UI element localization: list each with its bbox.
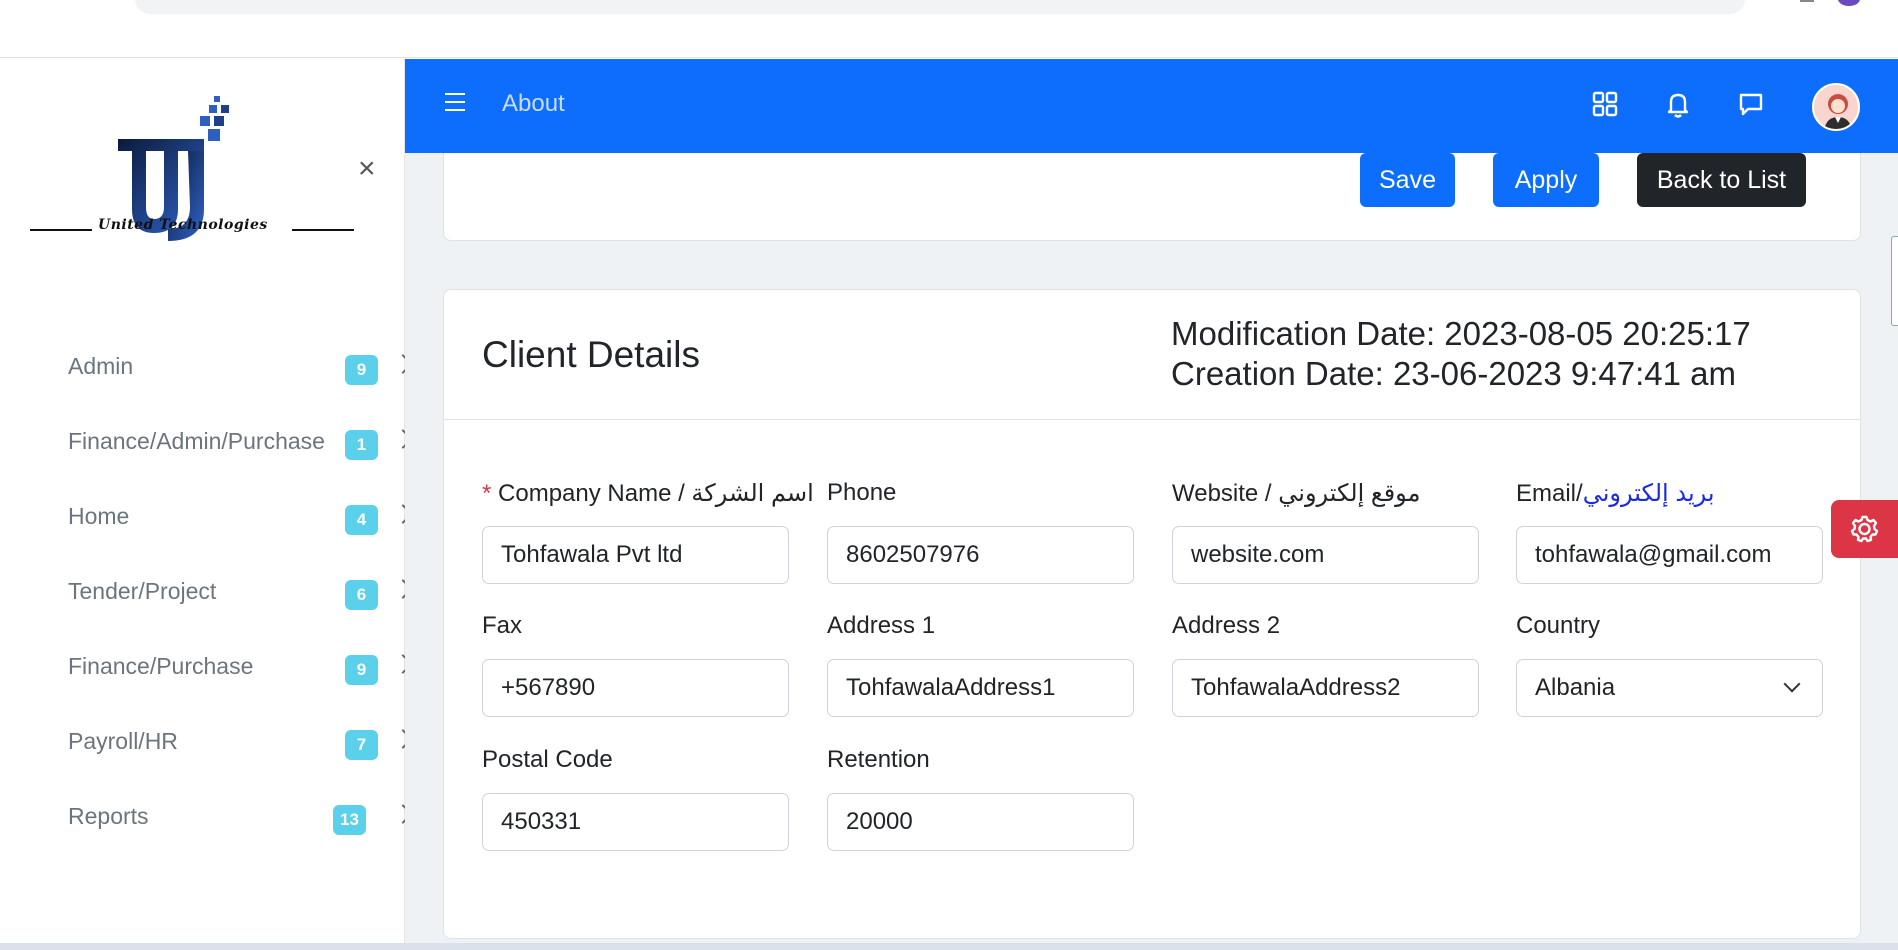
sidebar-item-label: Finance/Purchase (68, 653, 254, 679)
client-details-card: Client Details Modification Date: 2023-0… (443, 289, 1861, 939)
retention-input[interactable] (827, 793, 1134, 851)
bell-icon[interactable] (1660, 86, 1696, 122)
menu-icon[interactable] (445, 93, 465, 117)
email-label: Email/بريد إلكتروني (1516, 479, 1715, 508)
country-select-value: Albania (1535, 674, 1616, 701)
browser-menu-icon[interactable] (1800, 0, 1814, 2)
settings-button[interactable] (1831, 500, 1898, 558)
phone-label: Phone (827, 479, 897, 506)
chat-icon[interactable] (1733, 86, 1769, 122)
count-badge: 1 (345, 430, 378, 460)
retention-label: Retention (827, 746, 930, 773)
count-badge: 9 (345, 355, 378, 385)
sidebar-item-finance-purchase[interactable]: Finance/Purchase 9 (0, 635, 413, 710)
save-button[interactable]: Save (1360, 153, 1455, 207)
logo-divider-left (30, 229, 92, 231)
sidebar-menu: Admin 9 Finance/Admin/Purchase 1 Home 4 … (0, 335, 413, 860)
sidebar-item-tender-project[interactable]: Tender/Project 6 (0, 560, 413, 635)
user-avatar[interactable] (1812, 83, 1860, 131)
company-name-label-text: Company Name / اسم الشركة (498, 480, 814, 507)
record-dates: Modification Date: 2023-08-05 20:25:17 C… (1171, 314, 1751, 394)
card-header: Client Details Modification Date: 2023-0… (444, 290, 1860, 420)
sidebar-item-label: Admin (68, 353, 134, 379)
count-badge: 13 (333, 805, 366, 835)
count-badge: 7 (345, 730, 378, 760)
apps-grid-icon[interactable] (1587, 86, 1623, 122)
page-title[interactable]: About (502, 90, 565, 118)
creation-date: Creation Date: 23-06-2023 9:47:41 am (1171, 355, 1737, 392)
sidebar-item-payroll-hr[interactable]: Payroll/HR 7 (0, 710, 413, 785)
country-label: Country (1516, 612, 1601, 639)
close-sidebar-icon[interactable]: × (358, 154, 376, 184)
modification-date: Modification Date: 2023-08-05 20:25:17 (1171, 315, 1751, 352)
main-content: Save Apply Back to List Client Details M… (405, 153, 1898, 950)
sidebar-item-label: Finance/Admin/Purchase (68, 428, 325, 454)
sidebar-item-home[interactable]: Home 4 (0, 485, 413, 560)
company-name-label: * Company Name / اسم الشركة (482, 479, 814, 508)
logo-text: United Technologies (98, 217, 268, 233)
sidebar-item-label: Home (68, 503, 130, 529)
sidebar-item-admin[interactable]: Admin 9 (0, 335, 413, 410)
action-card: Save Apply Back to List (443, 153, 1861, 241)
postal-code-input[interactable] (482, 793, 789, 851)
browser-profile-icon[interactable] (1838, 0, 1860, 6)
count-badge: 6 (345, 580, 378, 610)
sidebar-item-label: Tender/Project (68, 578, 217, 604)
address1-label: Address 1 (827, 612, 936, 639)
logo-divider-right (292, 229, 354, 231)
sidebar: United Technologies × Admin 9 Finance/Ad… (0, 59, 413, 950)
fax-label: Fax (482, 612, 523, 639)
postal-code-label: Postal Code (482, 746, 613, 773)
chevron-down-icon (1783, 675, 1801, 693)
gear-icon (1850, 515, 1879, 543)
company-name-input[interactable] (482, 526, 789, 584)
count-badge: 9 (345, 655, 378, 685)
sidebar-item-reports[interactable]: Reports 13 (0, 785, 413, 860)
email-label-text: Email/ (1516, 480, 1583, 507)
phone-input[interactable] (827, 526, 1134, 584)
sidebar-item-finance-admin-purchase[interactable]: Finance/Admin/Purchase 1 (0, 410, 413, 485)
apply-button[interactable]: Apply (1493, 153, 1599, 207)
horizontal-scrollbar[interactable] (0, 943, 1898, 950)
address2-input[interactable] (1172, 659, 1479, 717)
card-title: Client Details (482, 334, 700, 375)
address-bar[interactable] (135, 0, 1745, 14)
fax-input[interactable] (482, 659, 789, 717)
address2-label: Address 2 (1172, 612, 1281, 639)
sidebar-item-label: Payroll/HR (68, 728, 178, 754)
email-label-arabic: بريد إلكتروني (1582, 480, 1715, 507)
count-badge: 4 (345, 505, 378, 535)
side-scroll-tab[interactable] (1891, 236, 1898, 326)
email-input[interactable] (1516, 526, 1823, 584)
website-label: Website / موقع إلكتروني (1172, 480, 1421, 507)
website-input[interactable] (1172, 526, 1479, 584)
address1-input[interactable] (827, 659, 1134, 717)
sidebar-item-label: Reports (68, 803, 149, 829)
country-select[interactable]: Albania (1516, 659, 1823, 717)
browser-toolbar (0, 0, 1898, 58)
required-marker: * (482, 480, 492, 507)
top-navbar: About (405, 59, 1898, 153)
back-to-list-button[interactable]: Back to List (1637, 153, 1806, 207)
